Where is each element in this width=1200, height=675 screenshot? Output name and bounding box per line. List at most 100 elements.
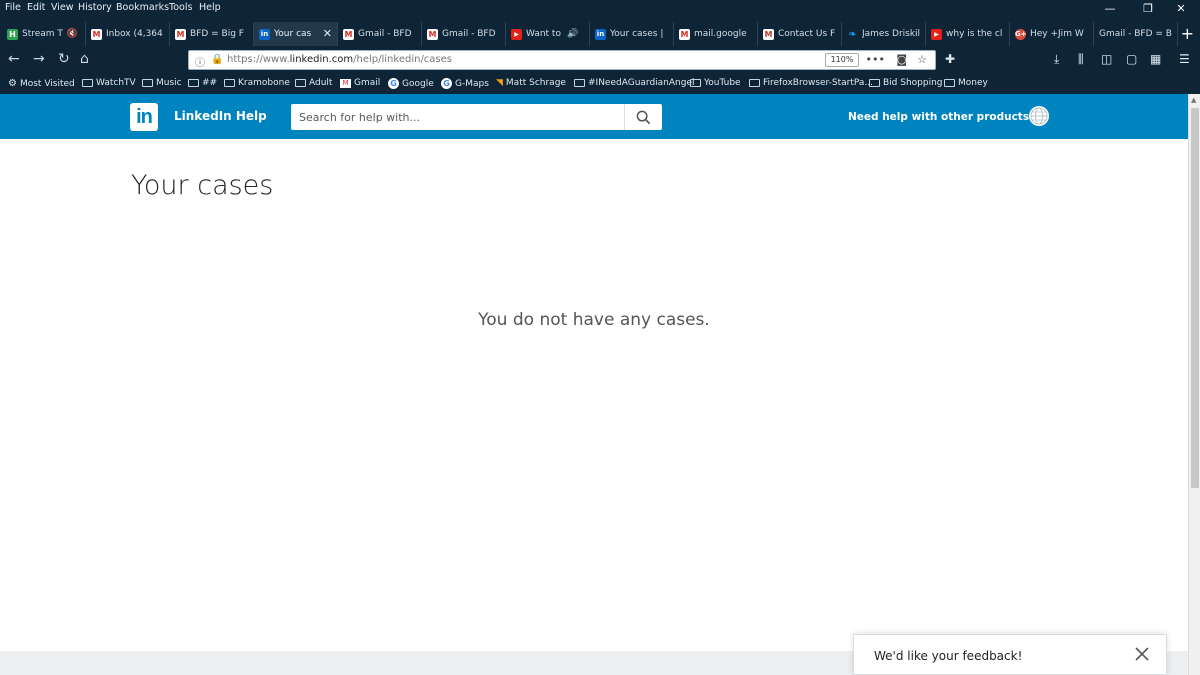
rss-icon: ◥ (496, 78, 503, 88)
menu-history[interactable]: History (78, 2, 112, 13)
tab-your-cases-active[interactable]: in Your cas ✕ (254, 22, 338, 46)
folder-icon (142, 79, 153, 87)
home-icon[interactable]: ⌂ (80, 51, 89, 67)
empty-cases-message: You do not have any cases. (478, 310, 710, 330)
minimize-icon[interactable]: — (1100, 2, 1120, 15)
scroll-up-icon[interactable]: ▲ (1191, 96, 1196, 104)
gmail-icon: M (175, 28, 186, 40)
folder-icon (188, 79, 199, 87)
close-window-icon[interactable]: ✕ (1171, 2, 1191, 15)
bookmark-money[interactable]: Money (944, 78, 988, 88)
twitter-icon: ❧ (848, 28, 857, 40)
url-text[interactable]: https://www.linkedin.com/help/linkedin/c… (227, 54, 452, 65)
bookmark-matt-schrage[interactable]: ◥ Matt Schrage (496, 78, 566, 88)
feedback-text[interactable]: We'd like your feedback! (874, 649, 1022, 663)
bookmark-youtube[interactable]: YouTube (690, 78, 741, 88)
linkedin-logo[interactable]: in (130, 103, 158, 131)
google-icon: G (388, 78, 399, 89)
nav-bar: ← → ↻ ⌂ ⓘ 🔒 https://www.linkedin.com/hel… (0, 46, 1200, 74)
qr-icon[interactable]: ▦ (1150, 52, 1161, 66)
bookmarks-bar: ⚙ Most Visited WatchTV Music ## Kramobone… (0, 74, 1200, 94)
tab-gmail-bfd[interactable]: Gmail - BFD = B (1094, 22, 1178, 46)
back-icon[interactable]: ← (8, 51, 20, 67)
sidebar-icon[interactable]: ◫ (1101, 52, 1112, 66)
folder-icon (869, 79, 880, 87)
linkedin-help-header: in LinkedIn Help Need help with other pr… (0, 94, 1188, 139)
speaker-icon[interactable]: 🔊 (567, 29, 578, 39)
url-bar[interactable]: ⓘ 🔒 https://www.linkedin.com/help/linked… (188, 50, 936, 70)
scrollbar-thumb[interactable] (1191, 108, 1199, 488)
page-actions-icon[interactable]: ••• (866, 53, 885, 66)
menu-help[interactable]: Help (199, 2, 221, 13)
menu-bar: File Edit View History Bookmarks Tools H… (0, 0, 1200, 16)
bookmark-watchtv[interactable]: WatchTV (82, 78, 136, 88)
linkedin-icon: in (595, 28, 606, 40)
tab-james-driskill[interactable]: ❧ James Driskil (842, 22, 926, 46)
restore-icon[interactable]: ❐ (1138, 2, 1158, 15)
tab-gmail-2[interactable]: M Gmail - BFD (422, 22, 506, 46)
tab-inbox[interactable]: M Inbox (4,364 (86, 22, 170, 46)
zoom-level[interactable]: 110% (825, 53, 859, 67)
vertical-scrollbar[interactable]: ▲ (1188, 94, 1200, 675)
bookmark-google[interactable]: G Google (388, 78, 434, 89)
forward-icon[interactable]: → (33, 51, 45, 67)
mute-icon[interactable]: 🔇 (67, 29, 78, 39)
menu-tools[interactable]: Tools (169, 2, 192, 13)
close-icon[interactable] (1134, 646, 1150, 662)
reader-icon[interactable]: ▢ (1126, 52, 1137, 66)
gmail-icon: M (763, 28, 774, 40)
bookmark-kramobone[interactable]: Kramobone (224, 78, 290, 88)
search-input[interactable] (291, 104, 623, 130)
gmail-icon: M (343, 28, 354, 40)
bookmark-most-visited[interactable]: ⚙ Most Visited (8, 78, 75, 89)
tab-contact-us[interactable]: M Contact Us F (758, 22, 842, 46)
search-button[interactable] (624, 104, 662, 130)
tab-stream[interactable]: H Stream T 🔇 (2, 22, 86, 46)
search-icon (636, 110, 651, 124)
bookmark-bid-shopping[interactable]: Bid Shopping (869, 78, 943, 88)
library-icon[interactable]: ⫼ (1078, 52, 1084, 67)
globe-icon[interactable] (1029, 106, 1049, 126)
bookmark-star-icon[interactable]: ☆ (917, 53, 927, 66)
gmail-icon: M (91, 28, 102, 40)
bookmark-adult[interactable]: Adult (295, 78, 332, 88)
browser-chrome: File Edit View History Bookmarks Tools H… (0, 0, 1200, 94)
feedback-panel[interactable]: We'd like your feedback! (853, 634, 1167, 675)
folder-icon (82, 79, 93, 87)
youtube-icon: ▶ (511, 28, 522, 40)
tab-want-to[interactable]: ▶ Want to 🔊 (506, 22, 590, 46)
page-title: Your cases (131, 170, 274, 201)
menu-file[interactable]: File (5, 2, 21, 13)
bookmark-music[interactable]: Music (142, 78, 182, 88)
tab-close-icon[interactable]: ✕ (323, 27, 332, 40)
lock-icon[interactable]: 🔒 (211, 54, 223, 65)
folder-icon (295, 79, 306, 87)
folder-icon (944, 79, 955, 87)
bookmark-hash[interactable]: ## (188, 78, 217, 88)
tab-your-cases[interactable]: in Your cases | (590, 22, 674, 46)
new-tab-icon[interactable]: + (1181, 24, 1194, 43)
hamburger-menu-icon[interactable]: ☰ (1179, 52, 1190, 66)
menu-edit[interactable]: Edit (27, 2, 45, 13)
tab-favicon-icon: H (7, 28, 18, 40)
download-icon[interactable]: ⤓ (1054, 52, 1059, 67)
tab-why-is[interactable]: ▶ why is the cl (926, 22, 1010, 46)
menu-view[interactable]: View (51, 2, 74, 13)
linkedin-help-title[interactable]: LinkedIn Help (174, 109, 267, 123)
pocket-icon[interactable]: ◙ (896, 53, 907, 66)
tab-bfd[interactable]: M BFD = Big F (170, 22, 254, 46)
reload-icon[interactable]: ↻ (58, 51, 70, 67)
info-icon[interactable]: ⓘ (195, 54, 205, 69)
tab-hey-jim[interactable]: G+ Hey +Jim W (1010, 22, 1094, 46)
bookmark-gmail[interactable]: M Gmail (340, 78, 380, 88)
linkedin-icon: in (259, 28, 270, 40)
tab-gmail-1[interactable]: M Gmail - BFD (338, 22, 422, 46)
tab-mail-google[interactable]: M mail.google (674, 22, 758, 46)
bookmark-firefoxbrowser[interactable]: FirefoxBrowser-StartPa... (749, 78, 873, 88)
extension-icon[interactable]: ✚ (945, 52, 955, 66)
menu-bookmarks[interactable]: Bookmarks (116, 2, 169, 13)
bookmark-g-maps[interactable]: G G-Maps (441, 78, 489, 89)
other-products-link[interactable]: Need help with other products? (848, 111, 1035, 123)
bookmark-ineedaguardianangel[interactable]: #INeedAGuardianAngel (574, 78, 695, 88)
gmail-icon: M (679, 28, 690, 40)
